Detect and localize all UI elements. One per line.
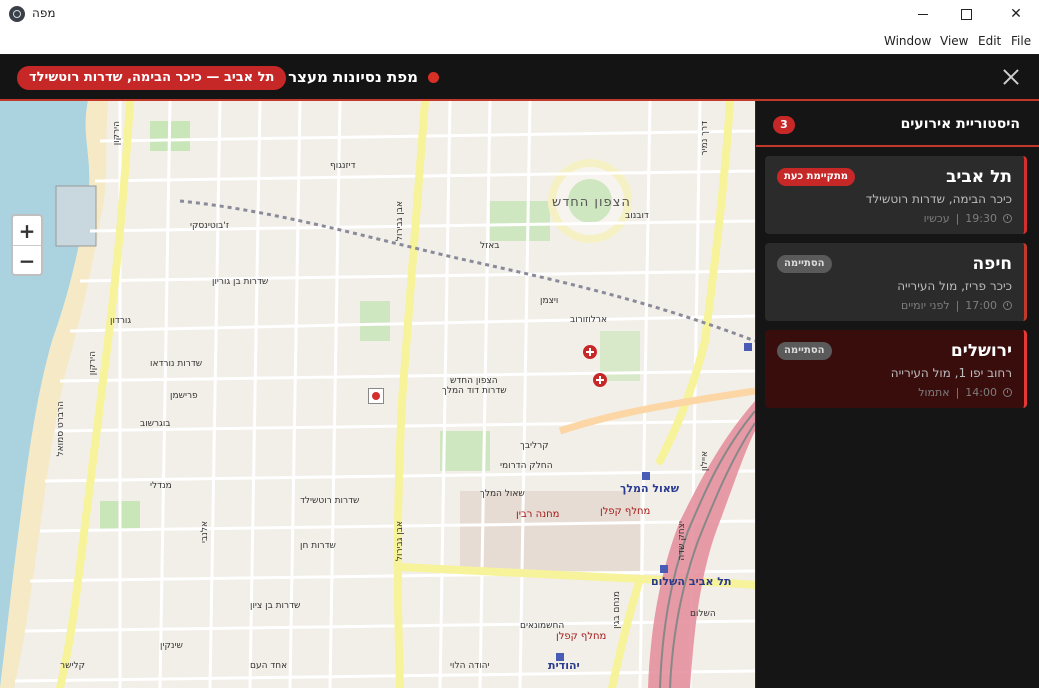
map-label-street: באזל: [480, 241, 500, 251]
menu-window[interactable]: Window: [884, 34, 931, 48]
meta-separator: |: [955, 299, 960, 312]
event-time: 19:30: [965, 212, 997, 225]
clock-icon: [1003, 214, 1012, 223]
map-label-street: הירקון: [112, 121, 122, 146]
map-label-street: השלום: [690, 609, 716, 619]
map-view[interactable]: + − הצפון החדש שאול המלך מחלף קפלן תל אב…: [0, 101, 755, 688]
event-place: כיכר פריז, מול העירייה: [897, 279, 1012, 293]
sidebar-title: היסטוריית אירועים: [900, 116, 1020, 132]
map-label-interchange: מחלף קפלן: [600, 506, 651, 517]
map-label-street: שדרות בן גוריון: [212, 277, 269, 287]
close-icon: ✕: [1010, 6, 1022, 22]
map-label-street: שדרות רוטשילד: [300, 496, 360, 506]
map-label-street: מנדלי: [150, 481, 172, 491]
clock-icon: [1003, 301, 1012, 310]
event-time: 17:00: [965, 299, 997, 312]
minimize-button[interactable]: [900, 0, 946, 28]
map-label-area: הצפון החדש: [450, 376, 498, 386]
menu-edit[interactable]: Edit: [978, 34, 1001, 48]
menu-bar: File Edit View Window: [0, 28, 1039, 54]
event-time: 14:00: [965, 386, 997, 399]
event-meta: 19:30 | עכשיו: [924, 212, 1012, 225]
menu-file[interactable]: File: [1011, 34, 1031, 48]
event-place: כיכר הבימה, שדרות רוטשילד: [865, 192, 1012, 206]
map-label-street: ויצמן: [540, 296, 559, 306]
event-status-badge: הסתיימה: [777, 255, 832, 273]
event-relative-time: לפני יומיים: [900, 299, 950, 312]
map-label-street: שדרות חן: [300, 541, 336, 551]
clock-icon: [1003, 388, 1012, 397]
map-label-street: שינקין: [160, 641, 183, 651]
map-label-street: קרליבך: [520, 441, 549, 451]
map-label-street: אבן גבירול: [395, 201, 405, 242]
map-label-street: הרברט סמואל: [56, 401, 66, 457]
event-city: ירושלים: [950, 341, 1012, 361]
maximize-button[interactable]: [943, 0, 989, 28]
map-label-station: יהודית: [548, 659, 580, 672]
window-close-button[interactable]: ✕: [993, 0, 1039, 28]
event-card[interactable]: ירושלים הסתיימה רחוב יפו 1, מול העירייה …: [765, 330, 1027, 408]
event-card[interactable]: תל אביב מתקיימת כעת כיכר הבימה, שדרות רו…: [765, 156, 1027, 234]
current-location-badge[interactable]: תל אביב — כיכר הבימה, שדרות רוטשילד: [17, 66, 287, 90]
window-title: מפה: [32, 6, 56, 20]
map-label-street: אלנבי: [200, 521, 210, 543]
event-card[interactable]: חיפה הסתיימה כיכר פריז, מול העירייה 17:0…: [765, 243, 1027, 321]
meta-separator: |: [955, 212, 960, 225]
map-label-street: דיזנגוף: [330, 161, 356, 171]
map-label-station: שאול המלך: [620, 482, 680, 495]
map-label-street: איילון: [700, 451, 710, 472]
map-label-street: מנחם בגין: [612, 591, 622, 629]
map-label-street: הירקון: [88, 351, 98, 376]
map-label-street: שדרות בן ציון: [250, 601, 301, 611]
map-label-street: דובנוב: [625, 211, 649, 221]
close-panel-icon[interactable]: [1001, 67, 1021, 87]
map-label-street: ז'בוטינסקי: [190, 221, 229, 231]
map-label-district: הצפון החדש: [552, 195, 631, 210]
map-label-street: קלישר: [60, 661, 85, 671]
event-city: תל אביב: [946, 167, 1012, 187]
map-label-street: שדרות נורדאו: [150, 359, 203, 369]
map-label-street: בוגרשוב: [140, 419, 171, 429]
event-place: רחוב יפו 1, מול העירייה: [890, 366, 1012, 380]
location-marker[interactable]: [368, 388, 384, 404]
event-status-badge: מתקיימת כעת: [777, 168, 856, 186]
event-relative-time: אתמול: [918, 386, 950, 399]
map-label-street: החלק הדרומי: [500, 461, 553, 471]
map-label-street: אבן גבירול: [395, 521, 405, 562]
app-icon: [9, 6, 25, 22]
menu-view[interactable]: View: [940, 34, 968, 48]
maximize-icon: [960, 8, 972, 20]
map-label-interchange: מחלף קפלן: [556, 631, 607, 642]
map-label-street: ארלוזורוב: [570, 315, 607, 325]
event-city: חיפה: [972, 254, 1012, 274]
map-label-camp: מחנה רבין: [516, 509, 560, 520]
event-relative-time: עכשיו: [923, 212, 950, 225]
map-label-street: יצחק שדה: [677, 521, 687, 561]
zoom-in-button[interactable]: +: [13, 216, 41, 246]
map-label-street: החשמונאים: [520, 621, 565, 631]
window-titlebar: מפה ✕: [0, 0, 1039, 29]
minimize-icon: [918, 13, 928, 15]
events-sidebar: היסטוריית אירועים 3 תל אביב מתקיימת כעת …: [755, 101, 1039, 688]
map-label-street: יהודה הלוי: [450, 661, 490, 671]
map-label-street: גורדון: [110, 316, 132, 326]
map-label-street: דרך נמיר: [700, 121, 710, 156]
sidebar-header: היסטוריית אירועים 3: [756, 101, 1039, 147]
zoom-out-button[interactable]: −: [13, 246, 41, 275]
meta-separator: |: [955, 386, 960, 399]
map-label-street: שאול המלך: [480, 489, 525, 499]
live-indicator: [428, 72, 439, 83]
zoom-control: + −: [11, 214, 43, 276]
events-count-badge: 3: [773, 116, 795, 134]
map-label-street: אחד העם: [250, 661, 288, 671]
page-title: מפת נסיונות מעצר: [288, 68, 418, 86]
event-meta: 14:00 | אתמול: [918, 386, 1012, 399]
map-label-street: פרישמן: [170, 391, 198, 401]
map-label-station: תל אביב השלום: [651, 575, 732, 588]
event-meta: 17:00 | לפני יומיים: [901, 299, 1012, 312]
event-status-badge: הסתיימה: [777, 342, 832, 360]
map-label-street: שדרות דוד המלך: [442, 386, 507, 396]
